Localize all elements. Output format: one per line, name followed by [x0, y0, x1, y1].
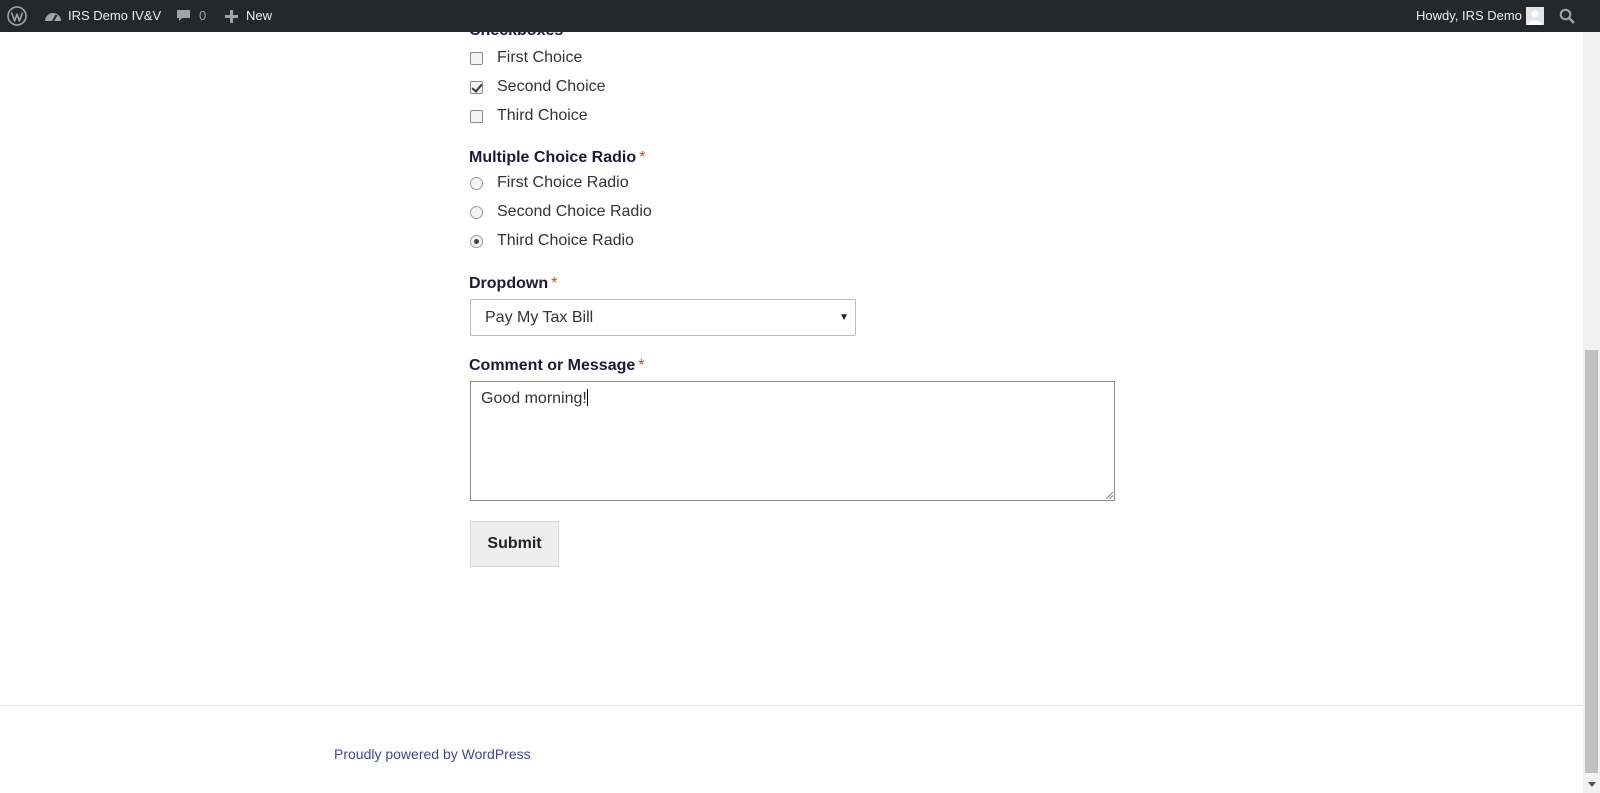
message-label: Comment or Message * — [469, 357, 645, 375]
dropdown-arrow-icon: ▼ — [839, 312, 849, 323]
page: IRS Demo IV&V 0 New Howdy, IRS Demo Firs… — [0, 0, 1600, 793]
comment-icon[interactable] — [175, 0, 191, 32]
scroll-down-arrow-icon[interactable] — [1583, 776, 1600, 793]
footer-divider — [0, 705, 1583, 706]
radio-second-choice[interactable]: Second Choice Radio — [470, 202, 652, 222]
main-content: Checkboxes First Choice Second Choice Th… — [0, 0, 1583, 793]
scrollbar-thumb[interactable] — [1585, 350, 1598, 773]
radio-group-label-text: Multiple Choice Radio — [469, 149, 637, 166]
checkbox-checked[interactable] — [470, 80, 483, 94]
dropdown-select[interactable]: Pay My Tax Bill ▼ — [470, 299, 856, 336]
required-marker: * — [638, 357, 645, 374]
dropdown-selected-value: Pay My Tax Bill — [485, 309, 594, 326]
howdy-user-link[interactable]: Howdy, IRS Demo — [1416, 0, 1522, 32]
new-content-link[interactable]: New — [246, 0, 272, 32]
checkbox-first-choice[interactable]: First Choice — [470, 48, 582, 68]
checkbox[interactable] — [470, 109, 483, 123]
radio-label: Third Choice Radio — [497, 232, 634, 249]
radio-button[interactable] — [470, 205, 483, 219]
radio-label: First Choice Radio — [497, 174, 629, 191]
search-icon[interactable] — [1558, 0, 1576, 32]
checkbox-label: First Choice — [497, 49, 583, 66]
checkbox-label: Second Choice — [497, 78, 606, 95]
plus-icon[interactable] — [223, 0, 239, 32]
radio-group-label: Multiple Choice Radio * — [469, 149, 645, 167]
admin-bar: IRS Demo IV&V 0 New Howdy, IRS Demo — [0, 0, 1600, 32]
checkbox-third-choice[interactable]: Third Choice — [470, 106, 588, 126]
submit-button[interactable]: Submit — [470, 521, 559, 567]
message-label-text: Comment or Message — [469, 357, 636, 374]
checkbox-second-choice[interactable]: Second Choice — [470, 77, 606, 97]
vertical-scrollbar[interactable] — [1583, 32, 1600, 793]
checkbox-label: Third Choice — [497, 107, 588, 124]
wordpress-logo-icon[interactable] — [6, 0, 28, 32]
dropdown-label-text: Dropdown — [469, 275, 549, 292]
dashboard-icon[interactable] — [44, 0, 62, 32]
radio-button[interactable] — [470, 176, 483, 190]
text-caret — [586, 389, 588, 406]
comment-count[interactable]: 0 — [199, 0, 206, 32]
required-marker: * — [551, 275, 558, 292]
powered-by-link[interactable]: Proudly powered by WordPress — [334, 746, 531, 762]
radio-button-selected[interactable] — [470, 234, 483, 248]
message-value: Good morning! — [481, 390, 587, 407]
message-textarea[interactable]: Good morning! — [470, 381, 1115, 501]
radio-label: Second Choice Radio — [497, 203, 652, 220]
checkbox[interactable] — [470, 51, 483, 65]
site-name-link[interactable]: IRS Demo IV&V — [68, 0, 161, 32]
dropdown-label: Dropdown * — [469, 275, 557, 293]
radio-third-choice[interactable]: Third Choice Radio — [470, 231, 634, 251]
radio-first-choice[interactable]: First Choice Radio — [470, 173, 629, 193]
avatar[interactable] — [1526, 0, 1544, 32]
resize-grip-icon[interactable] — [1105, 491, 1113, 499]
required-marker: * — [639, 149, 646, 166]
